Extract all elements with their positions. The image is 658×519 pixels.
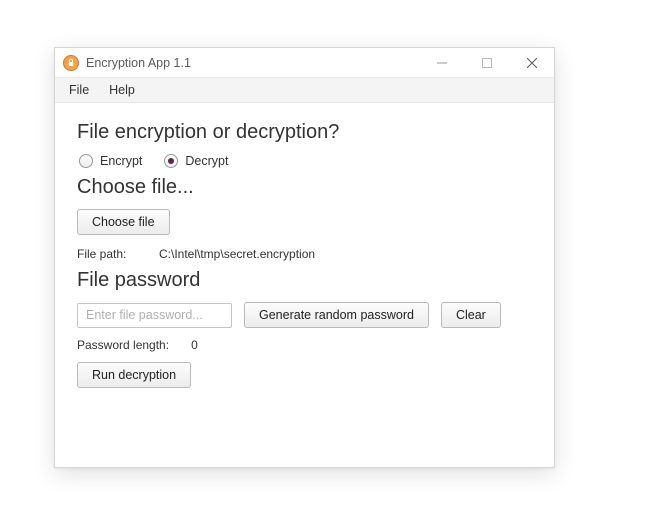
app-window: Encryption App 1.1 File Help File encryp… <box>54 47 555 468</box>
app-icon <box>63 55 79 71</box>
mode-section-title: File encryption or decryption? <box>77 121 532 144</box>
window-title: Encryption App 1.1 <box>86 56 191 70</box>
run-button[interactable]: Run decryption <box>77 362 191 388</box>
choose-section-title: Choose file... <box>77 176 532 199</box>
file-path-label: File path: <box>77 247 141 261</box>
radio-encrypt[interactable]: Encrypt <box>79 154 142 168</box>
radio-decrypt-label: Decrypt <box>185 154 228 168</box>
radio-dot-icon <box>79 154 93 168</box>
password-length-label: Password length: <box>77 338 169 352</box>
menubar: File Help <box>55 78 554 103</box>
file-path-value: C:\Intel\tmp\secret.encryption <box>159 247 315 261</box>
choose-file-button[interactable]: Choose file <box>77 209 170 235</box>
clear-password-button[interactable]: Clear <box>441 302 501 328</box>
maximize-button[interactable] <box>464 48 509 77</box>
content-area: File encryption or decryption? Encrypt D… <box>55 103 554 406</box>
menu-help[interactable]: Help <box>99 78 145 102</box>
file-path-row: File path: C:\Intel\tmp\secret.encryptio… <box>77 247 532 261</box>
titlebar: Encryption App 1.1 <box>55 48 554 78</box>
radio-dot-icon <box>164 154 178 168</box>
password-input[interactable] <box>77 303 232 328</box>
password-section-title: File password <box>77 269 532 292</box>
password-length-value: 0 <box>191 338 198 352</box>
close-button[interactable] <box>509 48 554 77</box>
minimize-button[interactable] <box>419 48 464 77</box>
mode-radio-group: Encrypt Decrypt <box>77 154 532 168</box>
radio-encrypt-label: Encrypt <box>100 154 142 168</box>
generate-password-button[interactable]: Generate random password <box>244 302 429 328</box>
menu-file[interactable]: File <box>59 78 99 102</box>
radio-decrypt[interactable]: Decrypt <box>164 154 228 168</box>
password-length-row: Password length: 0 <box>77 338 532 352</box>
